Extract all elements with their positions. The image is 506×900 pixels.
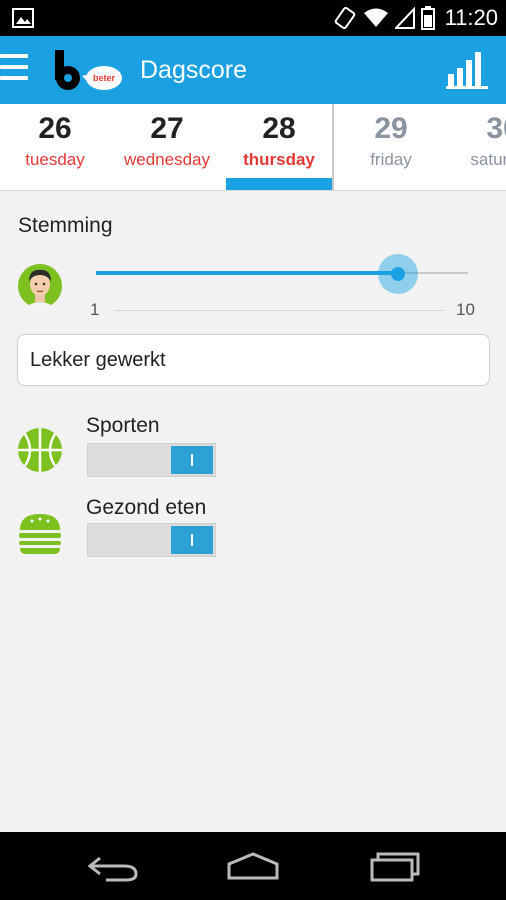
- basketball-icon: [18, 428, 62, 472]
- sporten-toggle[interactable]: [87, 443, 216, 477]
- today-divider: [332, 104, 334, 190]
- activity-label: Sporten: [86, 414, 160, 437]
- day-tab-27[interactable]: 27 wednesday: [112, 104, 222, 190]
- mood-scale-min: 1: [90, 300, 100, 319]
- bar-chart-icon[interactable]: [444, 50, 490, 90]
- recent-apps-icon[interactable]: [368, 850, 424, 882]
- battery-icon: [420, 6, 435, 30]
- mood-slider-fill: [96, 271, 398, 275]
- navigation-bar: [0, 832, 506, 900]
- active-tab-indicator: [226, 178, 332, 190]
- app-logo: beter: [55, 50, 122, 90]
- day-number: 26: [38, 112, 72, 145]
- app-bar: beter Dagscore: [0, 36, 506, 104]
- day-name: friday: [370, 150, 412, 169]
- day-name: saturday: [470, 150, 506, 169]
- day-tab-26[interactable]: 26 tuesday: [0, 104, 110, 190]
- signal-icon: [394, 7, 415, 29]
- mood-scale-line: [114, 310, 444, 311]
- page-title: Dagscore: [140, 56, 247, 84]
- day-number: 29: [374, 112, 408, 145]
- avatar-icon: [18, 264, 62, 308]
- toggle-knob: [171, 526, 213, 554]
- rotate-icon: [334, 6, 355, 30]
- wifi-icon: [363, 8, 388, 27]
- activity-label: Gezond eten: [86, 496, 207, 519]
- image-notification-icon: [12, 8, 34, 28]
- day-tab-30[interactable]: 30 saturday: [448, 104, 506, 190]
- day-name: thursday: [243, 150, 315, 169]
- day-name: wednesday: [123, 150, 210, 169]
- burger-icon: [19, 514, 61, 554]
- mood-slider-thumb[interactable]: [390, 267, 405, 281]
- status-bar: 11:20: [0, 0, 506, 36]
- activity-sporten: Sporten: [0, 412, 506, 492]
- menu-icon[interactable]: [0, 54, 30, 90]
- gezond-eten-toggle[interactable]: [87, 523, 216, 557]
- mood-scale-max: 10: [456, 300, 475, 319]
- note-input[interactable]: [17, 334, 490, 386]
- day-number: 27: [150, 112, 184, 145]
- back-icon[interactable]: [86, 850, 142, 882]
- day-name: tuesday: [25, 150, 85, 169]
- tabs-divider: [0, 190, 506, 191]
- toggle-knob: [171, 446, 213, 474]
- activity-gezond-eten: Gezond eten: [0, 494, 506, 574]
- day-tab-29[interactable]: 29 friday: [336, 104, 446, 190]
- home-icon[interactable]: [225, 850, 281, 882]
- logo-text: beter: [93, 73, 116, 83]
- day-number: 30: [486, 112, 506, 145]
- day-tabs: 26 tuesday 27 wednesday 28 thursday 29 f…: [0, 104, 506, 190]
- status-time: 11:20: [444, 5, 498, 30]
- day-number: 28: [262, 112, 296, 145]
- mood-label: Stemming: [18, 214, 113, 237]
